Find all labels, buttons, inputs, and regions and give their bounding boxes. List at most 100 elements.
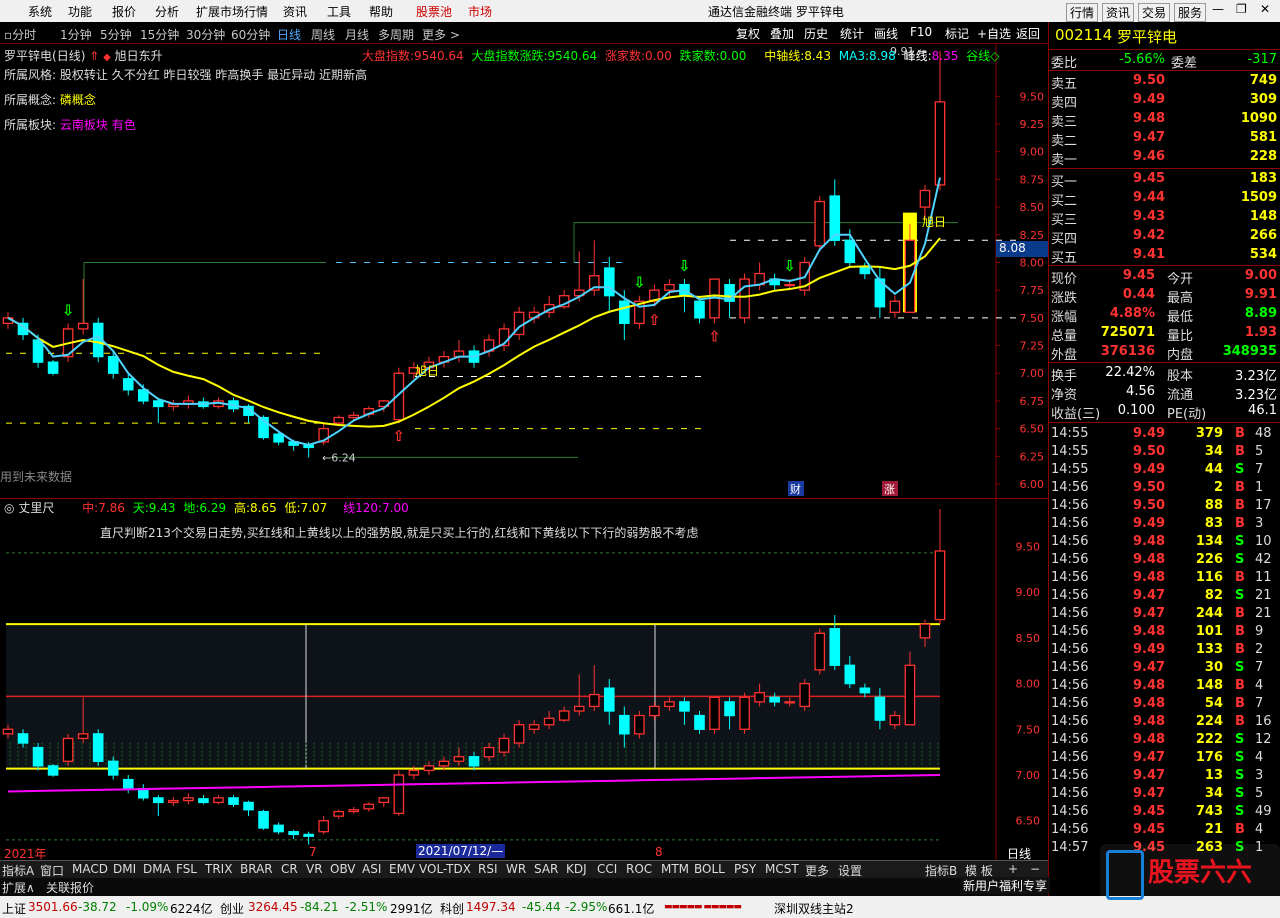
tab-macd[interactable]: MACD [72, 862, 108, 876]
btn-mark[interactable]: 标记 [945, 25, 969, 42]
btn-fuquan[interactable]: 复权 [736, 25, 760, 42]
ext-toggle[interactable]: 扩展∧ [2, 879, 35, 896]
main-kline-chart[interactable]: 9.50 9.25 9.00 8.75 8.50 8.25 8.00 7.75 7.50 7.25… [0, 44, 1048, 498]
tick-row: 14:56 9.45 21 B 4 [1049, 822, 1280, 840]
tick-time: 14:56 [1051, 552, 1089, 567]
tab-more[interactable]: 更多 > [422, 26, 460, 43]
menu-stock-pool[interactable]: 股票池 [416, 3, 452, 20]
kc-label: 科创 [440, 902, 465, 916]
tab-cr[interactable]: CR [281, 862, 298, 876]
tab-daily[interactable]: 日线 [277, 26, 301, 43]
restore-icon[interactable]: ❐ [1236, 2, 1247, 16]
up-value: 0.00 [645, 49, 672, 63]
tab-kdj[interactable]: KDJ [566, 862, 587, 876]
tab-60min[interactable]: 60分钟 [231, 26, 270, 43]
tab-vol-tdx[interactable]: VOL-TDX [419, 862, 471, 876]
info-sector-value[interactable]: 云南板块 有色 [60, 118, 136, 132]
tab-30min[interactable]: 30分钟 [186, 26, 225, 43]
promo-link[interactable]: 新用户福利专享 [960, 877, 1051, 894]
tick-price: 9.47 [1133, 768, 1166, 783]
minimize-icon[interactable]: — [1212, 2, 1224, 16]
btn-quote[interactable]: 行情 [1066, 3, 1099, 22]
tab-psy[interactable]: PSY [734, 862, 756, 876]
menu-analysis[interactable]: 分析 [155, 3, 179, 20]
tick-price: 9.48 [1133, 624, 1166, 639]
sub-indicator-chart[interactable]: 9.50 9.00 8.50 8.00 7.50 7.00 6.50 ◎ 丈里尺 中:7.8… [0, 498, 1048, 861]
sell-volume: 749 [1249, 73, 1277, 88]
menu-info[interactable]: 资讯 [283, 3, 307, 20]
tab-rsi[interactable]: RSI [478, 862, 498, 876]
tick-count: 9 [1255, 624, 1264, 639]
tick-volume: 88 [1204, 498, 1223, 513]
zoom-in-button[interactable]: + [1008, 862, 1018, 876]
tick-price: 9.47 [1133, 750, 1166, 765]
btn-history[interactable]: 历史 [804, 25, 828, 42]
btn-service[interactable]: 服务 [1174, 3, 1207, 22]
tab-5min[interactable]: 5分钟 [100, 26, 132, 43]
related-quote[interactable]: 关联报价 [46, 879, 94, 896]
tab-cci[interactable]: CCI [597, 862, 617, 876]
tab-monthly[interactable]: 月线 [345, 26, 369, 43]
btn-overlay[interactable]: 叠加 [770, 25, 794, 42]
menu-system[interactable]: 系统 [28, 3, 52, 20]
tab-fenshi[interactable]: ▫分时 [4, 26, 36, 43]
tab-weekly[interactable]: 周线 [311, 26, 335, 43]
tab-1min[interactable]: 1分钟 [60, 26, 92, 43]
info-concept-value[interactable]: 磷概念 [60, 93, 96, 107]
menu-function[interactable]: 功能 [68, 3, 92, 20]
btn-draw[interactable]: 画线 [874, 25, 898, 42]
tab-boll[interactable]: BOLL [694, 862, 725, 876]
tab-obv[interactable]: OBV [330, 862, 356, 876]
sell-volume: 581 [1249, 130, 1277, 145]
tab-asi[interactable]: ASI [362, 862, 381, 876]
tab-mcst[interactable]: MCST [765, 862, 799, 876]
menu-tools[interactable]: 工具 [327, 3, 351, 20]
menu-ext-market[interactable]: 扩展市场行情 [196, 3, 268, 20]
tab-brar[interactable]: BRAR [240, 862, 273, 876]
server-station[interactable]: 深圳双线主站2 [774, 900, 854, 917]
tab-multi[interactable]: 多周期 [378, 26, 414, 43]
menu-quote[interactable]: 报价 [112, 3, 136, 20]
tick-time: 14:56 [1051, 750, 1089, 765]
stat-value: 348935 [1222, 344, 1277, 359]
tick-side: S [1235, 660, 1245, 675]
menu-market[interactable]: 市场 [468, 3, 492, 20]
tab-indicator-a[interactable]: 指标A [2, 862, 34, 879]
btn-back[interactable]: 返回 [1016, 25, 1040, 42]
settings-icon[interactable]: ◎ [4, 501, 14, 515]
tab-sar[interactable]: SAR [534, 862, 558, 876]
tab-vr[interactable]: VR [306, 862, 323, 876]
tab-roc[interactable]: ROC [626, 862, 652, 876]
sub-candle-body [558, 710, 570, 721]
btn-news[interactable]: 资讯 [1102, 3, 1135, 22]
tab-settings[interactable]: 设置 [838, 862, 862, 879]
tick-volume: 83 [1204, 516, 1223, 531]
tick-time: 14:56 [1051, 678, 1089, 693]
idx-label: 大盘指数: [362, 49, 415, 63]
tab-dma[interactable]: DMA [143, 862, 171, 876]
fund-row: 换手 22.42% 股本 3.23亿 [1049, 364, 1280, 384]
tab-more-ind[interactable]: 更多 [805, 862, 829, 879]
close-icon[interactable]: ✕ [1260, 2, 1270, 16]
tab-15min[interactable]: 15分钟 [140, 26, 179, 43]
tick-count: 16 [1255, 714, 1272, 729]
tab-window[interactable]: 窗口 [40, 862, 64, 879]
btn-stats[interactable]: 统计 [840, 25, 864, 42]
sub-low-value: 7.07 [300, 501, 328, 515]
btn-f10[interactable]: F10 [910, 25, 932, 39]
candle-body [664, 283, 675, 291]
tab-emv[interactable]: EMV [389, 862, 415, 876]
tab-trix[interactable]: TRIX [205, 862, 232, 876]
menu-help[interactable]: 帮助 [369, 3, 393, 20]
sell-level-label: 卖五 [1051, 77, 1078, 92]
tab-mtm[interactable]: MTM [661, 862, 689, 876]
main-chart-svg: 9.50 9.25 9.00 8.75 8.50 8.25 8.00 7.75 7.50 7.25… [2, 44, 1044, 498]
tab-wr[interactable]: WR [506, 862, 526, 876]
tab-fsl[interactable]: FSL [176, 862, 197, 876]
btn-trade[interactable]: 交易 [1138, 3, 1171, 22]
tab-dmi[interactable]: DMI [113, 862, 136, 876]
zoom-out-button[interactable]: − [1030, 862, 1040, 876]
weicha-value: -317 [1247, 52, 1277, 67]
btn-add-fav[interactable]: +自选 [977, 25, 1011, 42]
tab-indicator-b[interactable]: 指标B [925, 862, 957, 879]
